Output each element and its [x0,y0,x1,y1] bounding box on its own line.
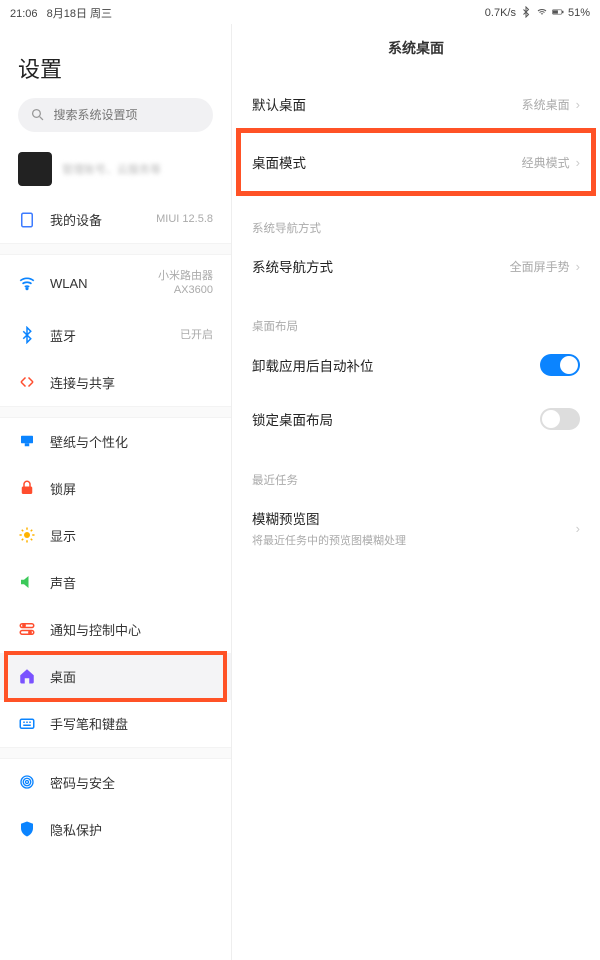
chevron-right-icon: › [576,97,580,112]
sidebar-item-bluetooth[interactable]: 蓝牙 已开启 [0,312,231,359]
row-nav-mode[interactable]: 系统导航方式 全面屏手势 › [248,240,584,292]
status-date: 8月18日 周三 [47,8,112,20]
shield-icon [18,820,36,838]
sidebar-item-device[interactable]: 我的设备 MIUI 12.5.8 [0,196,231,243]
highlight-box [4,651,227,702]
status-netspeed: 0.7K/s [485,7,516,19]
wifi-icon [18,274,36,292]
main-panel: 系统桌面 默认桌面 系统桌面 › 桌面模式 经典模式 › 系统导航方式 系统导航… [232,24,600,960]
lock-icon [18,479,36,497]
search-input[interactable] [54,108,201,122]
settings-title: 设置 [0,24,231,98]
section-header-recents: 最近任务 [248,446,584,492]
row-desktop-mode[interactable]: 桌面模式 经典模式 › [248,130,584,194]
sidebar-item-security[interactable]: 密码与安全 [0,759,231,806]
row-blur-preview[interactable]: 模糊预览图 将最近任务中的预览图模糊处理 › [248,492,584,564]
brush-icon [18,432,36,450]
bluetooth-icon [520,6,532,21]
share-icon [18,373,36,391]
home-icon [18,667,36,685]
row-default-desktop[interactable]: 默认桌面 系统桌面 › [248,78,584,130]
toggle-lock-layout[interactable] [540,408,580,430]
status-battery: 51% [568,7,590,19]
status-time: 21:06 [10,8,38,20]
section-header-nav: 系统导航方式 [248,194,584,240]
sidebar-item-lockscreen[interactable]: 锁屏 [0,465,231,512]
sidebar-item-privacy[interactable]: 隐私保护 [0,806,231,853]
chevron-right-icon: › [576,521,580,536]
account-row[interactable]: 管理账号、云服务等 [0,146,231,196]
chevron-right-icon: › [576,259,580,274]
keyboard-icon [18,714,36,732]
chevron-right-icon: › [576,155,580,170]
search-icon [30,106,46,124]
speaker-icon [18,573,36,591]
sidebar-item-wallpaper[interactable]: 壁纸与个性化 [0,418,231,465]
status-bar: 21:06 8月18日 周三 0.7K/s 51% [0,0,600,24]
fingerprint-icon [18,773,36,791]
toggles-icon [18,620,36,638]
settings-sidebar: 设置 管理账号、云服务等 我的设备 MIUI 12.5.8 WLAN 小米路由器… [0,24,232,960]
sidebar-item-desktop[interactable]: 桌面 [0,653,231,700]
wifi-icon [536,6,548,21]
sidebar-item-wlan[interactable]: WLAN 小米路由器 AX3600 [0,255,231,312]
row-lock-layout[interactable]: 锁定桌面布局 [248,392,584,446]
sidebar-item-display[interactable]: 显示 [0,512,231,559]
section-header-layout: 桌面布局 [248,292,584,338]
bluetooth-icon [18,326,36,344]
account-sub: 管理账号、云服务等 [62,161,161,177]
sun-icon [18,526,36,544]
row-auto-fill[interactable]: 卸载应用后自动补位 [248,338,584,392]
sidebar-item-notify[interactable]: 通知与控制中心 [0,606,231,653]
avatar [18,152,52,186]
sidebar-item-sound[interactable]: 声音 [0,559,231,606]
toggle-auto-fill[interactable] [540,354,580,376]
battery-icon [552,6,564,21]
tablet-icon [18,211,36,229]
sidebar-item-connection[interactable]: 连接与共享 [0,359,231,406]
search-input-container[interactable] [18,98,213,132]
main-title: 系统桌面 [248,24,584,78]
sidebar-item-stylus[interactable]: 手写笔和键盘 [0,700,231,747]
